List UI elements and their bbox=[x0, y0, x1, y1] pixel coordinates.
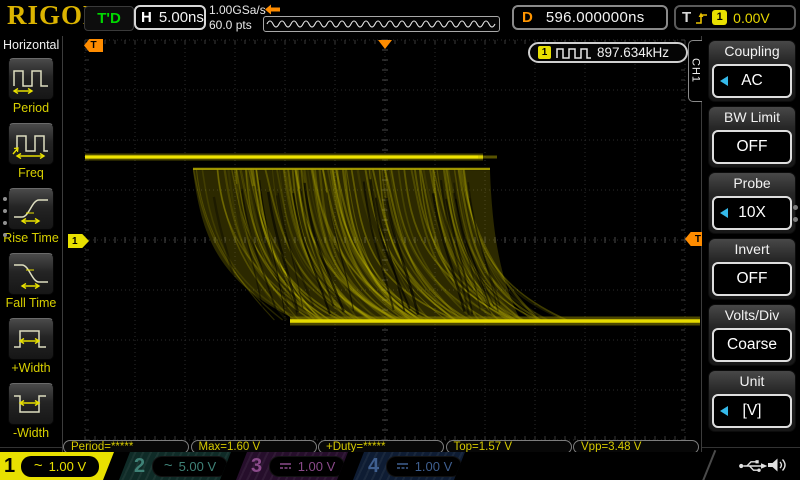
volts-div-value[interactable]: Coarse bbox=[712, 328, 792, 362]
plus-width-button[interactable] bbox=[8, 318, 54, 360]
trigger-slope-icon bbox=[695, 11, 708, 25]
usb-icon bbox=[738, 458, 768, 474]
menu-item-freq[interactable]: Freq bbox=[0, 123, 62, 180]
channel-1-scale: ~ 1.00 V bbox=[21, 456, 99, 477]
frequency-counter: 1 897.634kHz bbox=[528, 42, 688, 63]
acquisition-info: 1.00GSa/s 60.0 pts bbox=[209, 3, 266, 33]
frequency-counter-source-badge: 1 bbox=[538, 46, 551, 59]
speaker-icon bbox=[766, 456, 788, 474]
square-wave-icon bbox=[556, 47, 592, 59]
timebase-value: 5.00ns bbox=[159, 9, 204, 26]
oscilloscope-screen: RIGOL T'D H 5.00ns 1.00GSa/s 60.0 pts D … bbox=[0, 0, 800, 480]
rise-time-icon bbox=[12, 194, 50, 224]
trigger-position-marker[interactable] bbox=[378, 40, 392, 49]
left-arrow-icon bbox=[720, 208, 728, 218]
fall-time-button[interactable] bbox=[8, 253, 54, 295]
channel-1-number: 1 bbox=[4, 452, 15, 480]
horizontal-measure-menu: Horizontal Period bbox=[0, 36, 62, 448]
dc-coupling-icon bbox=[279, 461, 292, 471]
channel-1-status[interactable]: 1 ~ 1.00 V bbox=[0, 452, 114, 480]
menu-item-plus-width[interactable]: +Width bbox=[0, 318, 62, 375]
left-menu-page-indicator bbox=[3, 197, 7, 245]
ac-coupling-icon: ~ bbox=[164, 461, 173, 471]
memory-depth: 60.0 pts bbox=[209, 18, 266, 33]
horizontal-timebase-readout[interactable]: H 5.00ns bbox=[134, 5, 206, 30]
menu-item-minus-width[interactable]: -Width bbox=[0, 383, 62, 440]
dc-coupling-icon bbox=[396, 461, 409, 471]
trigger-level-value: 0.00V bbox=[733, 10, 770, 26]
minus-width-button[interactable] bbox=[8, 383, 54, 425]
frequency-counter-value: 897.634kHz bbox=[597, 45, 669, 60]
overview-waveform-icon bbox=[264, 17, 499, 31]
horizontal-label: H bbox=[141, 9, 152, 26]
menu-group-bw-limit[interactable]: BW Limit OFF bbox=[708, 106, 796, 168]
volts-div-label: Volts/Div bbox=[709, 305, 795, 327]
menu-group-unit[interactable]: Unit [V] bbox=[708, 370, 796, 432]
menu-group-coupling[interactable]: Coupling AC bbox=[708, 40, 796, 102]
period-label: Period bbox=[0, 101, 62, 115]
top-status-bar: RIGOL T'D H 5.00ns 1.00GSa/s 60.0 pts D … bbox=[0, 0, 800, 37]
freq-button[interactable] bbox=[8, 123, 54, 165]
minus-width-icon bbox=[12, 389, 50, 419]
menu-item-rise-time[interactable]: Rise Time bbox=[0, 188, 62, 245]
invert-label: Invert bbox=[709, 239, 795, 261]
menu-group-volts-div[interactable]: Volts/Div Coarse bbox=[708, 304, 796, 366]
unit-label: Unit bbox=[709, 371, 795, 393]
coupling-label: Coupling bbox=[709, 41, 795, 63]
menu-item-fall-time[interactable]: Fall Time bbox=[0, 253, 62, 310]
trigger-readout[interactable]: T 1 0.00V bbox=[674, 5, 796, 30]
sample-rate: 1.00GSa/s bbox=[209, 3, 266, 18]
trigger-source-badge: 1 bbox=[712, 10, 727, 25]
left-arrow-icon bbox=[720, 406, 728, 416]
graticule-and-waveform bbox=[63, 36, 701, 452]
waveform-display-area: T 1 T 1 897.634kHz Period=***** Max=1.60… bbox=[62, 36, 702, 452]
probe-value[interactable]: 10X bbox=[712, 196, 792, 230]
delay-value: 596.000000ns bbox=[546, 9, 645, 26]
channel-2-status[interactable]: 2 ~ 5.00 V bbox=[119, 452, 231, 480]
period-button[interactable] bbox=[8, 58, 54, 100]
rise-time-label: Rise Time bbox=[0, 231, 62, 245]
channel-menu: CH1 Coupling AC BW Limit OFF Probe 10X I… bbox=[702, 36, 800, 448]
fall-time-icon bbox=[12, 259, 50, 289]
delay-label: D bbox=[522, 9, 533, 26]
freq-icon bbox=[12, 129, 50, 159]
rise-time-button[interactable] bbox=[8, 188, 54, 230]
channel-menu-tab: CH1 bbox=[688, 40, 702, 102]
freq-label: Freq bbox=[0, 166, 62, 180]
coupling-value[interactable]: AC bbox=[712, 64, 792, 98]
probe-label: Probe bbox=[709, 173, 795, 195]
plus-width-icon bbox=[12, 324, 50, 354]
channel-4-scale: 1.00 V bbox=[386, 456, 462, 477]
trigger-label: T bbox=[682, 9, 691, 26]
plus-width-label: +Width bbox=[0, 361, 62, 375]
left-menu-title: Horizontal bbox=[3, 38, 59, 52]
footer-divider bbox=[702, 450, 717, 480]
menu-group-invert[interactable]: Invert OFF bbox=[708, 238, 796, 300]
waveform-overview-strip[interactable] bbox=[263, 16, 500, 32]
channel-4-status[interactable]: 4 1.00 V bbox=[353, 452, 465, 480]
trigger-status-badge: T'D bbox=[84, 6, 134, 31]
bw-limit-value[interactable]: OFF bbox=[712, 130, 792, 164]
fall-time-label: Fall Time bbox=[0, 296, 62, 310]
channel-3-status[interactable]: 3 1.00 V bbox=[236, 452, 348, 480]
bw-limit-label: BW Limit bbox=[709, 107, 795, 129]
channel-4-number: 4 bbox=[368, 452, 379, 480]
menu-group-probe[interactable]: Probe 10X bbox=[708, 172, 796, 234]
menu-item-period[interactable]: Period bbox=[0, 58, 62, 115]
right-menu-page-indicator bbox=[793, 205, 798, 229]
channel-2-scale: ~ 5.00 V bbox=[152, 456, 228, 477]
unit-value[interactable]: [V] bbox=[712, 394, 792, 428]
minus-width-label: -Width bbox=[0, 426, 62, 440]
memory-position-arrow-icon bbox=[265, 4, 281, 15]
channel-2-number: 2 bbox=[134, 452, 145, 480]
channel-3-number: 3 bbox=[251, 452, 262, 480]
channel-status-bar: 1 ~ 1.00 V 2 ~ 5.00 V 3 1.00 V bbox=[0, 452, 800, 480]
horizontal-delay-readout[interactable]: D 596.000000ns bbox=[512, 5, 668, 30]
left-arrow-icon bbox=[720, 76, 728, 86]
invert-value[interactable]: OFF bbox=[712, 262, 792, 296]
channel-3-scale: 1.00 V bbox=[269, 456, 345, 477]
ac-coupling-icon: ~ bbox=[34, 461, 43, 471]
period-icon bbox=[12, 64, 50, 94]
